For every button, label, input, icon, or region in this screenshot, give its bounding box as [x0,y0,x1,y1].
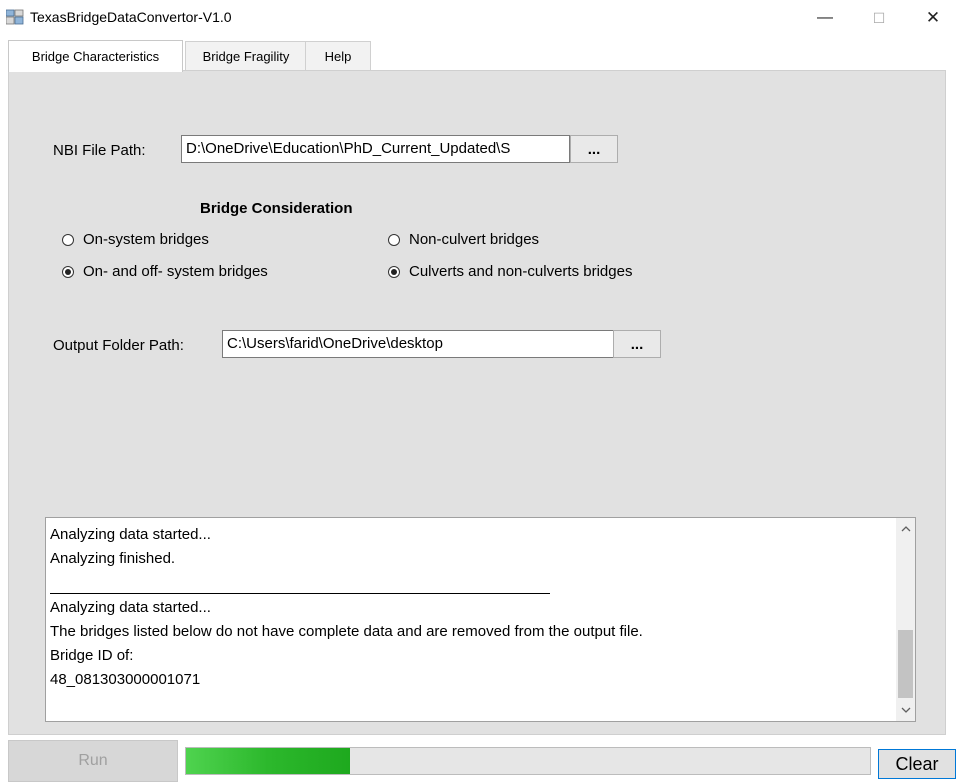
run-button[interactable]: Run [8,740,178,782]
radio-on-system-bridges[interactable]: On-system bridges [62,231,209,248]
log-line: Analyzing data started... [50,599,211,616]
radio-circle-icon [388,233,400,246]
tab-bridge-fragility[interactable]: Bridge Fragility [185,41,307,71]
log-separator [50,593,550,594]
log-line: The bridges listed below do not have com… [50,623,643,640]
nbi-file-path-label: NBI File Path: [53,142,146,159]
maximize-button[interactable]: ☐ [856,0,902,36]
log-line: Analyzing finished. [50,550,176,567]
output-folder-path-input[interactable]: C:\Users\farid\OneDrive\desktop [222,330,614,358]
radio-selected-icon [62,265,74,278]
scrollbar-thumb[interactable] [898,630,913,698]
nbi-browse-button[interactable]: ... [570,135,618,163]
nbi-file-path-input[interactable]: D:\OneDrive\Education\PhD_Current_Update… [181,135,570,163]
window-title: TexasBridgeDataConvertor-V1.0 [30,9,232,25]
title-bar: TexasBridgeDataConvertor-V1.0 — ☐ ✕ [0,0,956,36]
radio-label: On-system bridges [83,231,209,248]
clear-button[interactable]: Clear [878,749,956,779]
close-button[interactable]: ✕ [910,0,956,36]
output-browse-button[interactable]: ... [613,330,661,358]
output-folder-path-label: Output Folder Path: [53,337,184,354]
radio-non-culvert-bridges[interactable]: Non-culvert bridges [388,231,539,248]
radio-selected-icon [388,265,400,278]
log-textbox[interactable]: Analyzing data started... Analyzing fini… [45,517,916,722]
chevron-down-icon[interactable] [896,701,915,719]
minimize-button[interactable]: — [802,0,848,36]
app-icon [6,9,24,25]
progress-bar [185,747,871,775]
tab-help[interactable]: Help [305,41,371,71]
radio-label: Non-culvert bridges [409,231,540,248]
log-line: 48_081303000001071 [50,671,201,688]
radio-culverts-and-non-culverts-bridges[interactable]: Culverts and non-culverts bridges [388,263,632,280]
chevron-up-icon[interactable] [896,520,915,538]
radio-on-and-off-system-bridges[interactable]: On- and off- system bridges [62,263,268,280]
radio-circle-icon [62,233,74,246]
radio-label: On- and off- system bridges [83,263,268,280]
log-scrollbar[interactable] [896,518,915,721]
log-line: Analyzing data started... [50,526,211,543]
tab-bridge-characteristics[interactable]: Bridge Characteristics [8,40,183,72]
progress-fill [186,748,351,774]
bridge-consideration-heading: Bridge Consideration [200,200,353,217]
radio-label: Culverts and non-culverts bridges [409,263,633,280]
log-line: Bridge ID of: [50,647,134,664]
